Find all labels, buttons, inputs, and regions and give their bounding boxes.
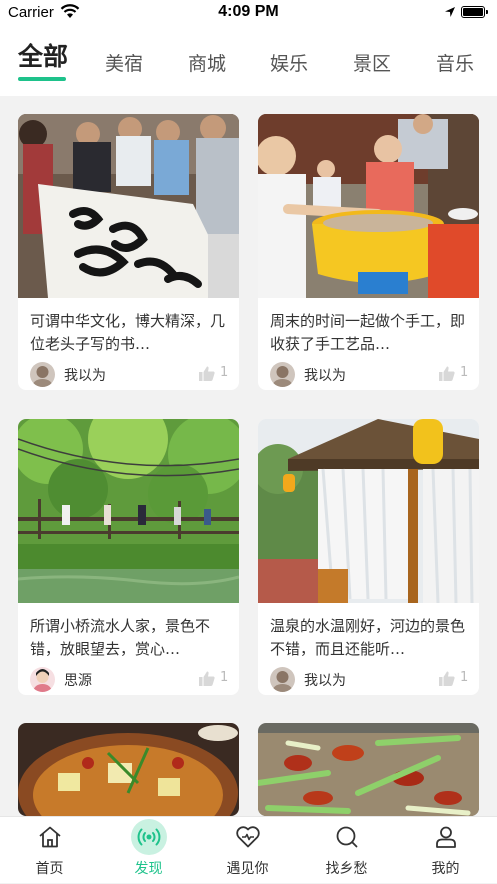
author-name: 我以为 (304, 368, 346, 384)
discover-icon (136, 825, 162, 853)
pottery-photo (258, 114, 479, 298)
tab-entertainment[interactable]: 娱乐 (270, 49, 308, 76)
tabbar-nostalgia[interactable]: 找乡愁 (297, 817, 396, 884)
like-count: 1 (460, 365, 469, 380)
post-card[interactable]: 所谓小桥流水人家，景色不错，放眼望去，赏心… 思源 1 (18, 419, 239, 695)
like-icon[interactable] (199, 366, 215, 385)
avatar (270, 667, 295, 692)
like-count: 1 (220, 670, 229, 685)
avatar (270, 362, 295, 387)
tabbar-nostalgia-label: 找乡愁 (325, 861, 368, 877)
tab-mall[interactable]: 商城 (188, 49, 226, 76)
profile-icon (434, 825, 458, 853)
post-title: 温泉的水温刚好，河边的景色不错，而且还能听… (270, 617, 466, 658)
author-name: 思源 (64, 673, 92, 689)
bottom-tab-bar: 首页 发现 遇见你 找乡愁 我的 (0, 816, 497, 883)
status-bar: Carrier 4:09 PM (0, 0, 497, 26)
calligraphy-photo (18, 114, 239, 298)
tab-all[interactable]: 全部 (18, 37, 68, 73)
avatar (30, 667, 55, 692)
battery-icon (461, 6, 488, 18)
pavilion-photo (258, 419, 479, 603)
tab-homestay[interactable]: 美宿 (105, 49, 143, 76)
post-title: 所谓小桥流水人家，景色不错，放眼望去，赏心… (30, 617, 211, 658)
post-card[interactable]: 温泉的水温刚好，河边的景色不错，而且还能听… 我以为 1 (258, 419, 479, 695)
author-name: 我以为 (304, 673, 346, 689)
crayfish-photo (258, 723, 479, 816)
active-tab-indicator (18, 77, 66, 81)
like-icon[interactable] (199, 671, 215, 690)
like-icon[interactable] (439, 366, 455, 385)
tabbar-home-label: 首页 (35, 861, 64, 877)
home-icon (38, 825, 62, 853)
clock: 4:09 PM (218, 3, 279, 20)
author-name: 我以为 (64, 368, 106, 384)
post-card[interactable]: 可谓中华文化，博大精深，几位老头子写的书… 我以为 1 (18, 114, 239, 390)
bridge-photo (18, 419, 239, 603)
search-icon (335, 825, 359, 853)
tabbar-discover[interactable]: 发现 (99, 817, 198, 884)
post-card[interactable] (258, 723, 479, 816)
like-count: 1 (460, 670, 469, 685)
tabbar-discover-label: 发现 (134, 861, 163, 877)
tab-scenic[interactable]: 景区 (353, 49, 391, 76)
tabbar-profile-label: 我的 (431, 861, 460, 877)
post-title: 可谓中华文化，博大精深，几位老头子写的书… (30, 312, 226, 353)
post-card[interactable] (18, 723, 239, 816)
hotpot-photo (18, 723, 239, 816)
like-count: 1 (220, 365, 229, 380)
tabbar-profile[interactable]: 我的 (396, 817, 495, 884)
location-arrow-icon (444, 5, 456, 23)
tabbar-meet[interactable]: 遇见你 (198, 817, 297, 884)
category-tabs: 全部 美宿 商城 娱乐 景区 音乐 (0, 26, 497, 96)
tab-music[interactable]: 音乐 (436, 49, 474, 76)
heart-icon (235, 825, 261, 853)
like-icon[interactable] (439, 671, 455, 690)
post-card[interactable]: 周末的时间一起做个手工，即收获了手工艺品… 我以为 1 (258, 114, 479, 390)
tabbar-meet-label: 遇见你 (226, 861, 269, 877)
tabbar-home[interactable]: 首页 (0, 817, 99, 884)
feed-grid: 可谓中华文化，博大精深，几位老头子写的书… 我以为 1 周末的时间一起做个手工，… (0, 96, 497, 816)
post-title: 周末的时间一起做个手工，即收获了手工艺品… (270, 312, 466, 353)
avatar (30, 362, 55, 387)
